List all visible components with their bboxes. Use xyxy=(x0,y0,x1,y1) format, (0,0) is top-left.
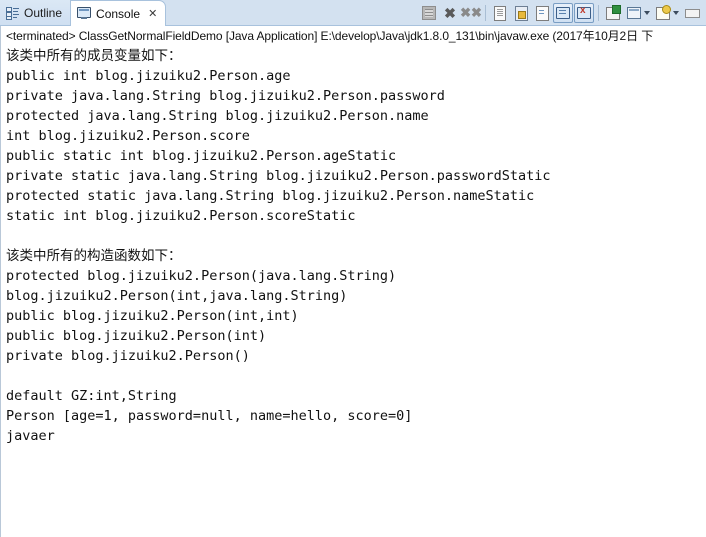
pin-console-button[interactable] xyxy=(603,3,623,23)
terminate-button[interactable] xyxy=(419,3,439,23)
chevron-down-icon-view-menu[interactable] xyxy=(673,11,679,15)
console-line: int blog.jizuiku2.Person.score xyxy=(6,128,250,144)
console-line: public blog.jizuiku2.Person(int) xyxy=(6,328,267,344)
display-selected-console-button[interactable] xyxy=(624,3,644,23)
console-line: protected blog.jizuiku2.Person(java.lang… xyxy=(6,268,397,284)
word-wrap-button[interactable] xyxy=(532,3,552,23)
remove-all-terminated-button[interactable]: ✖✖ xyxy=(460,3,482,23)
console-line: public blog.jizuiku2.Person(int,int) xyxy=(6,308,299,324)
close-icon[interactable]: ✕ xyxy=(148,2,157,26)
console-line: protected static java.lang.String blog.j… xyxy=(6,188,535,204)
console-line: private static java.lang.String blog.jiz… xyxy=(6,168,551,184)
tab-outline-label: Outline xyxy=(24,5,63,20)
console-output-area[interactable]: <terminated> ClassGetNormalFieldDemo [Ja… xyxy=(0,26,706,537)
console-line: protected java.lang.String blog.jizuiku2… xyxy=(6,108,429,124)
console-line: 该类中所有的成员变量如下： xyxy=(6,48,182,64)
view-tab-bar: Outline Console ✕ ✖ ✖✖ xyxy=(0,0,706,26)
minimize-button[interactable] xyxy=(682,3,702,23)
outline-icon xyxy=(6,6,19,20)
console-toolbar: ✖ ✖✖ xyxy=(419,0,706,26)
show-console-on-output-button[interactable] xyxy=(553,3,573,23)
console-line: private java.lang.String blog.jizuiku2.P… xyxy=(6,88,445,104)
console-line: Person [age=1, password=null, name=hello… xyxy=(6,408,413,424)
console-icon xyxy=(77,7,92,20)
console-line: private blog.jizuiku2.Person() xyxy=(6,348,250,364)
console-line: default GZ:int,String xyxy=(6,388,177,404)
tab-console[interactable]: Console ✕ xyxy=(70,0,167,26)
toolbar-separator-2 xyxy=(598,5,599,21)
console-line: static int blog.jizuiku2.Person.scoreSta… xyxy=(6,208,356,224)
toolbar-separator-1 xyxy=(485,5,486,21)
console-view: Outline Console ✕ ✖ ✖✖ x <terminated> Cl… xyxy=(0,0,706,537)
console-line: public int blog.jizuiku2.Person.age xyxy=(6,68,291,84)
clear-console-button[interactable] xyxy=(490,3,510,23)
console-line: blog.jizuiku2.Person(int,java.lang.Strin… xyxy=(6,288,348,304)
remove-launch-button[interactable]: ✖ xyxy=(440,3,460,23)
show-console-on-error-button[interactable] xyxy=(574,3,594,23)
launch-status-line: <terminated> ClassGetNormalFieldDemo [Ja… xyxy=(6,29,654,43)
tab-outline[interactable]: Outline xyxy=(0,0,71,25)
scroll-lock-button[interactable] xyxy=(511,3,531,23)
console-line: public static int blog.jizuiku2.Person.a… xyxy=(6,148,397,164)
console-line: javaer xyxy=(6,428,55,444)
console-text: 该类中所有的成员变量如下： public int blog.jizuiku2.Pe… xyxy=(1,44,706,446)
open-console-button[interactable] xyxy=(653,3,673,23)
console-line: 该类中所有的构造函数如下： xyxy=(6,248,182,264)
tab-console-label: Console xyxy=(96,6,141,21)
chevron-down-icon-console-select[interactable] xyxy=(644,11,650,15)
